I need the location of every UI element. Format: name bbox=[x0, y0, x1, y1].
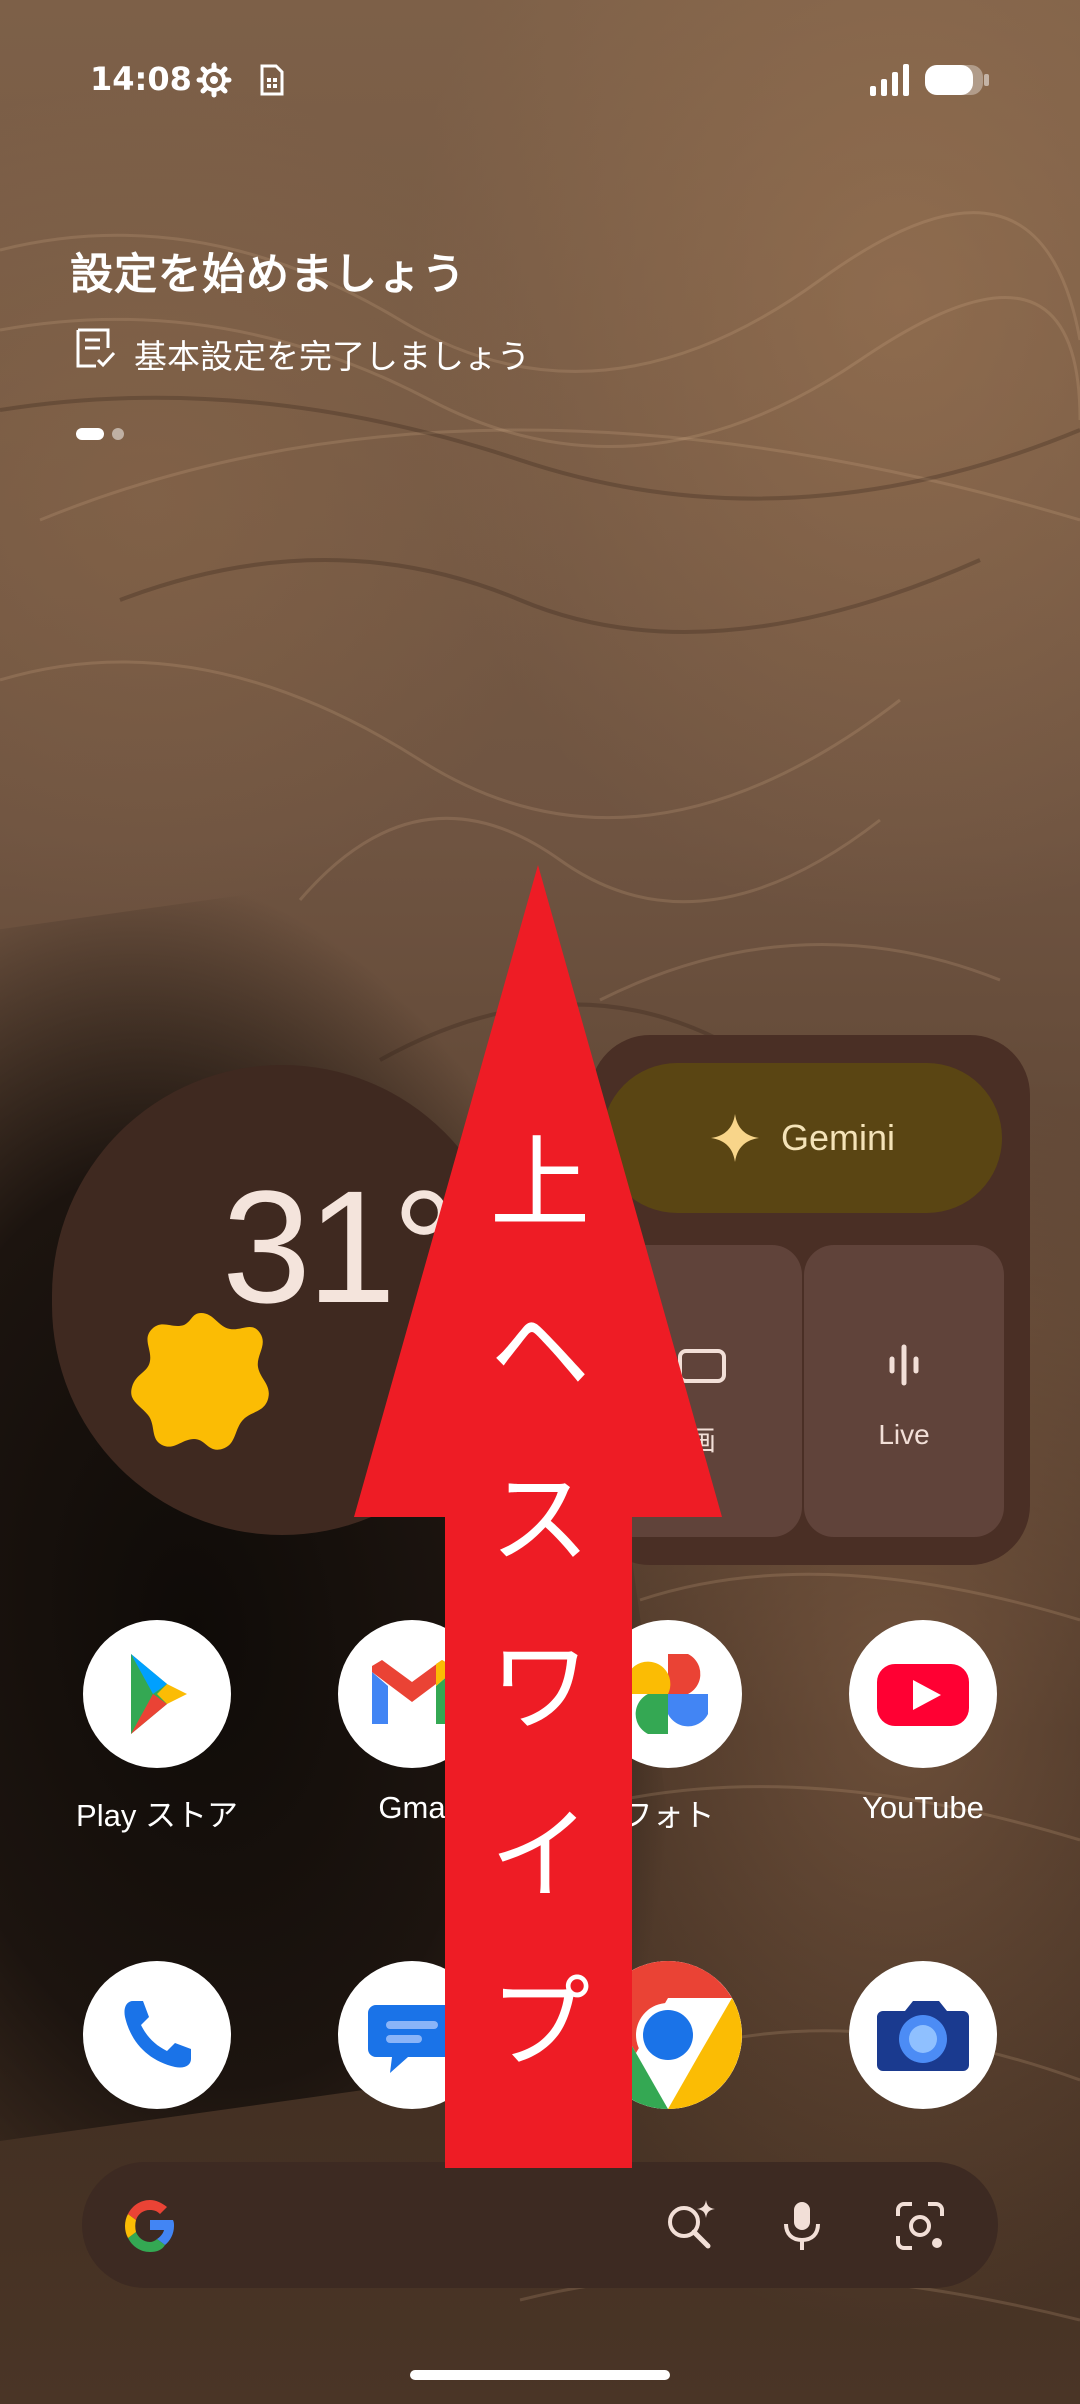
swipe-char: ス bbox=[490, 1461, 590, 1578]
gemini-live-label: Live bbox=[878, 1419, 930, 1450]
swipe-char: プ bbox=[490, 1965, 590, 2082]
play-store-app[interactable] bbox=[83, 1620, 231, 1768]
signal-icon bbox=[870, 64, 909, 96]
weather-widget[interactable]: 31° bbox=[52, 1065, 512, 1535]
gemini-widget: Gemini 画 Live bbox=[590, 1035, 1030, 1565]
gemini-label: Gemini bbox=[780, 1117, 896, 1158]
camera-icon bbox=[678, 1349, 726, 1383]
live-waveform-icon bbox=[889, 1344, 919, 1386]
home-gesture-bar[interactable] bbox=[410, 2370, 670, 2380]
status-time: 14:08 bbox=[90, 60, 192, 98]
youtube-app[interactable] bbox=[849, 1620, 997, 1768]
google-search-bar[interactable] bbox=[82, 2162, 998, 2288]
swipe-char: イ bbox=[490, 1797, 590, 1914]
sim-card-icon bbox=[260, 64, 284, 96]
phone-icon bbox=[124, 2001, 191, 2068]
checklist-icon bbox=[76, 328, 116, 368]
play-store-icon bbox=[131, 1654, 187, 1734]
gemini-live-tile[interactable]: Live bbox=[804, 1245, 1004, 1537]
battery-icon bbox=[925, 65, 989, 95]
page-dot-active bbox=[76, 428, 104, 440]
google-g-icon bbox=[125, 2200, 174, 2252]
gear-icon bbox=[196, 62, 232, 98]
setup-title[interactable]: 設定を始めましょう bbox=[70, 240, 466, 302]
ai-search-icon[interactable] bbox=[660, 2196, 720, 2256]
phone-app[interactable] bbox=[83, 1961, 231, 2109]
microphone-icon[interactable] bbox=[772, 2196, 832, 2256]
sun-icon bbox=[131, 1313, 269, 1450]
play-store-label: Play ストア bbox=[76, 1798, 238, 1833]
page-dot bbox=[112, 428, 124, 440]
swipe-char: ワ bbox=[490, 1629, 590, 1746]
gemini-button[interactable]: Gemini bbox=[602, 1063, 1002, 1213]
camera-app[interactable] bbox=[849, 1961, 997, 2109]
youtube-label: YouTube bbox=[862, 1790, 984, 1825]
swipe-char: 上 bbox=[490, 1125, 590, 1242]
swipe-char: ヘ bbox=[490, 1293, 590, 1410]
setup-subtitle[interactable]: 基本設定を完了しましょう bbox=[134, 330, 530, 378]
gemini-sparkle-icon bbox=[710, 1114, 759, 1162]
swipe-instruction: 上 ヘ ス ワ イ プ bbox=[445, 1100, 635, 2108]
lens-icon[interactable] bbox=[890, 2196, 950, 2256]
youtube-icon bbox=[877, 1664, 969, 1726]
camera-app-icon bbox=[877, 2001, 969, 2071]
